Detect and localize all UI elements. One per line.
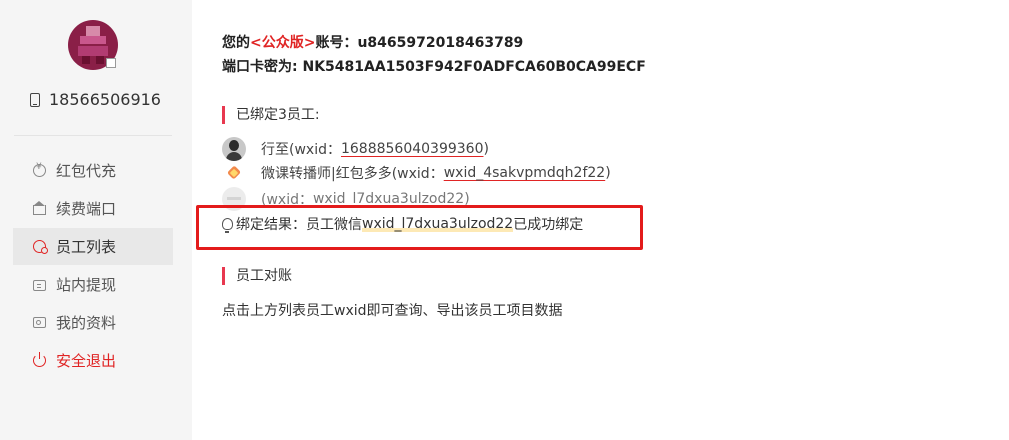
wxid-suffix: ) (605, 165, 611, 181)
port-key-label: 端口卡密为: (222, 59, 303, 75)
employee-name: 微课转播师|红包多多 (261, 166, 392, 182)
ticket-icon (33, 279, 46, 291)
sidebar-item-label: 续费端口 (56, 200, 117, 218)
sidebar-item-withdraw[interactable]: 站内提现 (13, 266, 173, 303)
port-key-info: 端口卡密为: NK5481AA1503F942F0ADFCA60B0CA99EC… (222, 56, 646, 76)
sidebar-item-logout[interactable]: 安全退出 (13, 342, 173, 379)
wxid-prefix: (wxid： (391, 166, 444, 182)
sidebar-item-label: 站内提现 (56, 276, 117, 294)
sidebar-divider (14, 135, 172, 136)
staff-icon (33, 240, 48, 254)
id-card-icon (33, 317, 46, 328)
sidebar-item-label: 我的资料 (56, 314, 117, 332)
avatar (222, 137, 246, 161)
sidebar-item-label: 员工列表 (56, 238, 117, 256)
power-icon (33, 352, 46, 367)
list-item: 微课转播师|红包多多 (wxid： wxid_4sakvpmdqh2f22) (222, 162, 611, 184)
phone-text: 18566506916 (49, 90, 161, 109)
wxid-suffix: ) (483, 141, 489, 157)
coin-icon (33, 162, 46, 177)
reconcile-description: 点击上方列表员工wxid即可查询、导出该员工项目数据 (222, 303, 563, 319)
employee-name: 行至 (261, 142, 289, 158)
list-item: 行至 (wxid： 1688856040399360) (222, 137, 489, 161)
account-id: u8465972018463789 (357, 35, 524, 51)
port-key: NK5481AA1503F942F0ADFCA60B0CA99ECF (302, 59, 646, 75)
highlight-annotation-box (196, 205, 643, 250)
sidebar-item-profile[interactable]: 我的资料 (13, 304, 173, 341)
sidebar-item-label: 安全退出 (56, 352, 117, 370)
wxid-prefix: (wxid： (289, 142, 341, 158)
sidebar-menu: 红包代充 续费端口 员工列表 站内提现 我的资料 安全退出 (13, 152, 173, 380)
sidebar-item-recharge[interactable]: 红包代充 (13, 152, 173, 189)
avatar (223, 162, 245, 184)
phone-number: 18566506916 (30, 90, 161, 109)
avatar-badge-icon (106, 58, 116, 68)
sidebar: 18566506916 红包代充 续费端口 员工列表 站内提现 我的资料 安全退… (0, 0, 192, 440)
sidebar-item-label: 红包代充 (56, 162, 117, 180)
reconcile-title: 员工对账 (222, 267, 292, 285)
employee-wxid-link[interactable]: 1688856040399360 (341, 141, 484, 157)
sidebar-item-renew-port[interactable]: 续费端口 (13, 190, 173, 227)
sidebar-item-staff-list[interactable]: 员工列表 (13, 228, 173, 265)
employee-wxid-link[interactable]: wxid_4sakvpmdqh2f22 (444, 165, 606, 181)
account-version: <公众版> (250, 35, 316, 51)
account-info: 您的<公众版>账号：u8465972018463789 (222, 32, 523, 52)
phone-icon (30, 92, 40, 107)
bound-staff-title: 已绑定3员工: (222, 106, 320, 124)
account-prefix: 您的 (222, 35, 250, 51)
crown-icon (33, 201, 46, 215)
account-label: 账号： (315, 35, 358, 51)
